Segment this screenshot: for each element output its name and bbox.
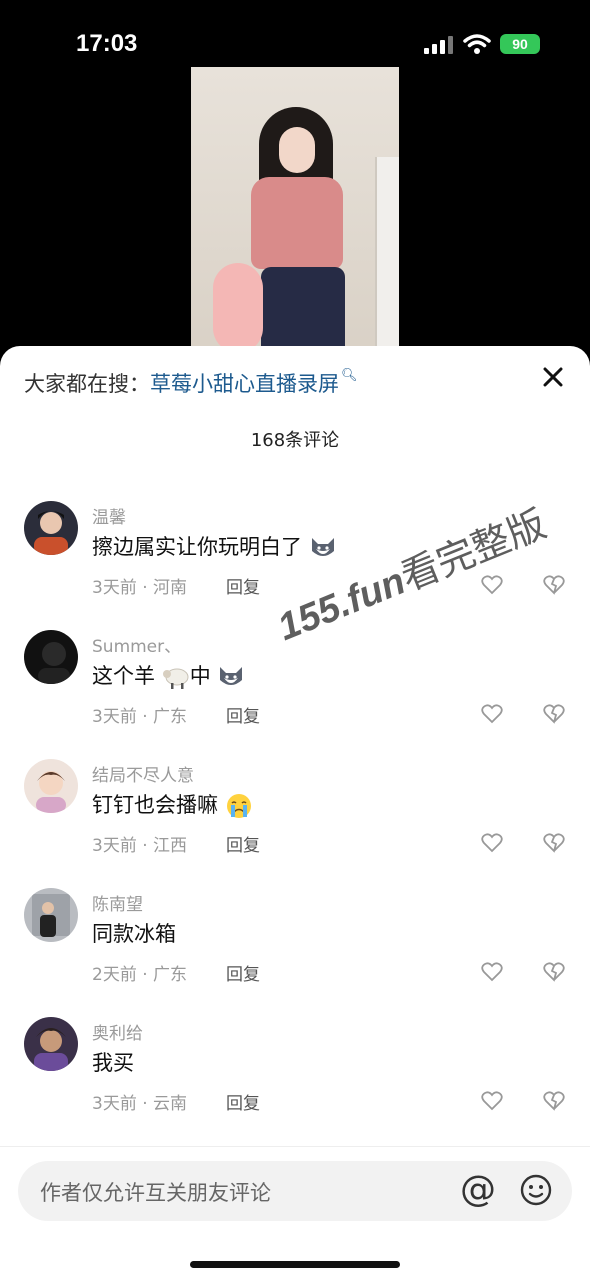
reply-button[interactable]: 回复 xyxy=(226,1089,260,1114)
signal-icon xyxy=(424,36,453,54)
heart-icon[interactable] xyxy=(481,962,503,982)
broken-heart-icon[interactable] xyxy=(543,704,565,724)
comment-author[interactable]: Summer、 xyxy=(92,632,181,657)
close-icon[interactable] xyxy=(540,364,566,390)
avatar[interactable] xyxy=(24,759,78,813)
reply-button[interactable]: 回复 xyxy=(226,573,260,598)
reply-button[interactable]: 回复 xyxy=(226,960,260,985)
heart-icon[interactable] xyxy=(481,833,503,853)
search-prefix: 大家都在搜： xyxy=(24,372,150,396)
comment-text: 钉钉也会播嘛 xyxy=(92,789,253,819)
comment-text: 这个羊 中 xyxy=(92,660,245,690)
comment-text-part: 这个羊 xyxy=(92,664,155,688)
comment-item: 奥利给 我买 3天前 · 云南 回复 xyxy=(0,1017,590,1137)
broken-heart-icon[interactable] xyxy=(543,575,565,595)
search-suggestion[interactable]: 大家都在搜：草莓小甜心直播录屏 🔍︎ xyxy=(24,368,358,398)
comment-text-content: 擦边属实让你玩明白了 xyxy=(92,535,302,559)
comment-text-part: 中 xyxy=(189,664,211,688)
comment-meta: 3天前 · 河南 xyxy=(92,578,188,598)
search-keyword[interactable]: 草莓小甜心直播录屏 xyxy=(150,372,339,396)
comment-meta: 3天前 · 广东 xyxy=(92,707,188,727)
comments-count: 168条评论 xyxy=(250,430,340,451)
husky-emoji-icon xyxy=(220,667,243,685)
comment-meta: 2天前 · 广东 xyxy=(92,965,188,985)
comment-author[interactable]: 奥利给 xyxy=(92,1019,143,1044)
comment-item: 结局不尽人意 钉钉也会播嘛 3天前 · 江西 回复 xyxy=(0,759,590,879)
avatar[interactable] xyxy=(24,888,78,942)
search-icon: 🔍︎ xyxy=(341,368,358,383)
video-door xyxy=(375,157,399,357)
heart-icon[interactable] xyxy=(481,704,503,724)
reply-button[interactable]: 回复 xyxy=(226,702,260,727)
emoji-picker-icon[interactable] xyxy=(520,1174,552,1206)
comment-meta: 3天前 · 云南 xyxy=(92,1094,188,1114)
broken-heart-icon[interactable] xyxy=(543,833,565,853)
broken-heart-icon[interactable] xyxy=(543,962,565,982)
heart-icon[interactable] xyxy=(481,575,503,595)
comment-text: 擦边属实让你玩明白了 xyxy=(92,531,337,561)
battery-icon: 90 xyxy=(500,34,540,54)
comment-author[interactable]: 结局不尽人意 xyxy=(92,761,194,786)
comment-author[interactable]: 陈南望 xyxy=(92,890,143,915)
wifi-icon xyxy=(463,34,491,54)
comment-input-placeholder: 作者仅允许互关朋友评论 xyxy=(40,1181,271,1205)
crying-face-emoji-icon xyxy=(226,794,251,818)
comment-sheet: 大家都在搜：草莓小甜心直播录屏 🔍︎ 168条评论 温馨 擦边属实让你玩明白了 3… xyxy=(0,346,590,1280)
avatar[interactable] xyxy=(24,1017,78,1071)
status-time: 17:03 xyxy=(76,30,138,57)
comment-item: 陈南望 同款冰箱 2天前 · 广东 回复 xyxy=(0,888,590,1008)
video-figure-face xyxy=(279,127,315,173)
comment-input-bar: 作者仅允许互关朋友评论 @ xyxy=(0,1146,590,1281)
heart-icon[interactable] xyxy=(481,1091,503,1111)
avatar[interactable] xyxy=(24,501,78,555)
husky-emoji-icon xyxy=(311,538,334,556)
home-indicator[interactable] xyxy=(190,1261,400,1268)
video-figure-pants xyxy=(261,267,345,357)
video-pig-plush xyxy=(213,263,263,353)
comment-text-content: 钉钉也会播嘛 xyxy=(92,793,218,817)
avatar[interactable] xyxy=(24,630,78,684)
broken-heart-icon[interactable] xyxy=(543,1091,565,1111)
comment-input[interactable]: 作者仅允许互关朋友评论 @ xyxy=(18,1161,572,1221)
sheep-emoji-icon xyxy=(162,668,189,689)
mention-icon[interactable]: @ xyxy=(460,1169,496,1210)
video-preview[interactable] xyxy=(191,67,399,357)
comment-meta: 3天前 · 江西 xyxy=(92,836,188,856)
reply-button[interactable]: 回复 xyxy=(226,831,260,856)
video-figure-shirt xyxy=(251,177,343,269)
comment-text: 我买 xyxy=(92,1051,134,1075)
comment-text: 同款冰箱 xyxy=(92,922,176,946)
comment-author[interactable]: 温馨 xyxy=(92,503,126,528)
